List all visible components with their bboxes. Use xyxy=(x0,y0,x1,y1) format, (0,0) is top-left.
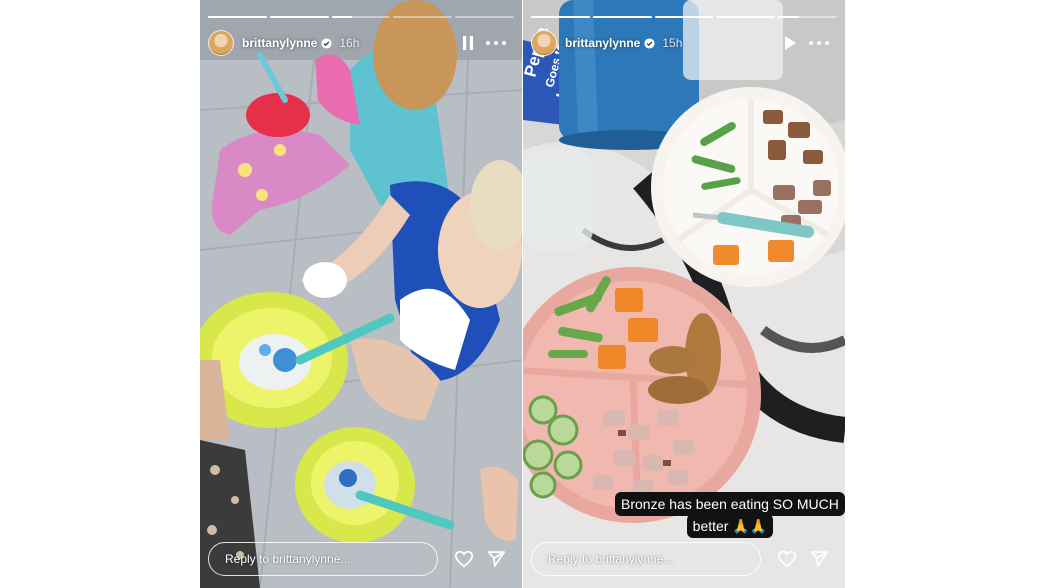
verified-badge-icon xyxy=(321,37,332,49)
progress-segment xyxy=(393,16,453,18)
story-progress-bar xyxy=(531,16,837,18)
story-progress-bar xyxy=(208,16,514,18)
story-panel-1[interactable]: brittanylynne 16h Reply to brittanylynne… xyxy=(200,0,522,588)
reply-input[interactable]: Reply to brittanylynne... xyxy=(208,542,438,576)
verified-badge-icon xyxy=(644,37,655,49)
progress-segment xyxy=(208,16,267,18)
heart-icon[interactable] xyxy=(777,550,797,568)
caption-line-2: better 🙏🙏 xyxy=(686,514,774,538)
progress-segment xyxy=(654,16,714,18)
avatar[interactable] xyxy=(531,30,557,56)
story-panel-2[interactable]: Peppa Goes to London xyxy=(523,0,845,588)
progress-segment xyxy=(592,16,652,18)
progress-segment xyxy=(455,16,514,18)
heart-icon[interactable] xyxy=(454,550,474,568)
story-image-kids-eating xyxy=(200,0,522,588)
progress-segment xyxy=(331,16,391,18)
send-icon[interactable] xyxy=(810,550,829,568)
username[interactable]: brittanylynne xyxy=(565,36,640,50)
play-icon[interactable] xyxy=(783,35,797,51)
post-age: 16h xyxy=(339,36,360,50)
more-options-icon[interactable] xyxy=(809,41,829,45)
more-options-icon[interactable] xyxy=(486,41,506,45)
progress-segment xyxy=(269,16,329,18)
reply-input[interactable]: Reply to brittanylynne... xyxy=(531,542,761,576)
story-caption: Bronze has been eating SO MUCH better 🙏🙏 xyxy=(615,492,845,538)
story-header: brittanylynne 15h xyxy=(531,30,837,56)
send-icon[interactable] xyxy=(487,550,506,568)
username[interactable]: brittanylynne xyxy=(242,36,317,50)
progress-segment xyxy=(778,16,837,18)
story-footer: Reply to brittanylynne... xyxy=(531,542,837,578)
avatar[interactable] xyxy=(208,30,234,56)
post-age: 15h xyxy=(662,36,683,50)
pause-icon[interactable] xyxy=(461,35,475,51)
progress-segment xyxy=(531,16,590,18)
story-header: brittanylynne 16h xyxy=(208,30,514,56)
caption-line-1: Bronze has been eating SO MUCH xyxy=(615,492,845,516)
progress-segment xyxy=(716,16,776,18)
story-footer: Reply to brittanylynne... xyxy=(208,542,514,578)
